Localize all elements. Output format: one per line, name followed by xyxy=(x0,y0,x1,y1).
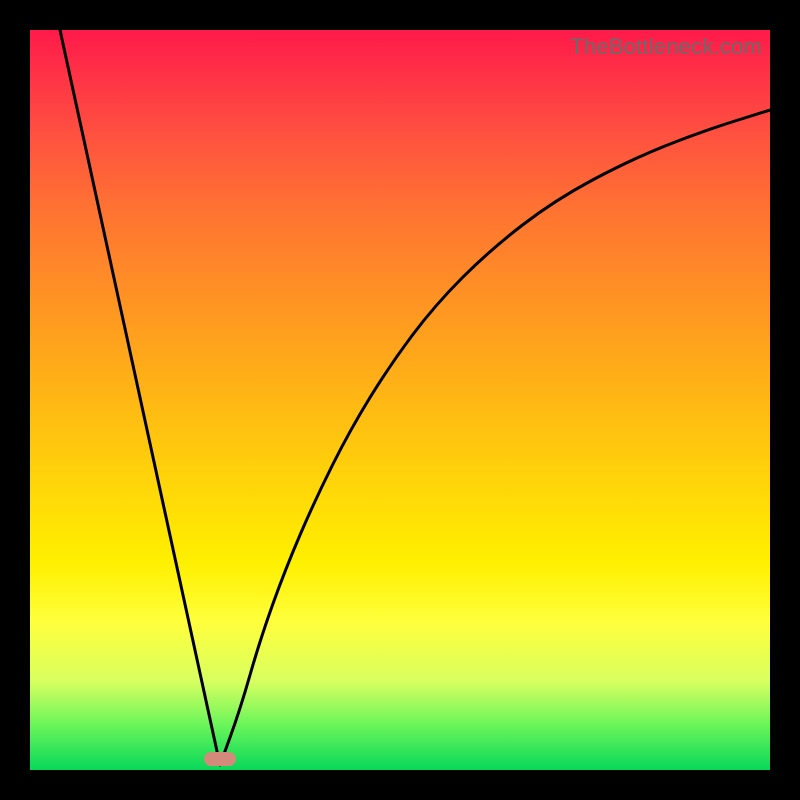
curve-svg xyxy=(30,30,770,770)
v-curve xyxy=(60,30,770,765)
optimum-marker xyxy=(204,752,236,766)
chart-frame: TheBottleneck.com xyxy=(0,0,800,800)
plot-area: TheBottleneck.com xyxy=(30,30,770,770)
